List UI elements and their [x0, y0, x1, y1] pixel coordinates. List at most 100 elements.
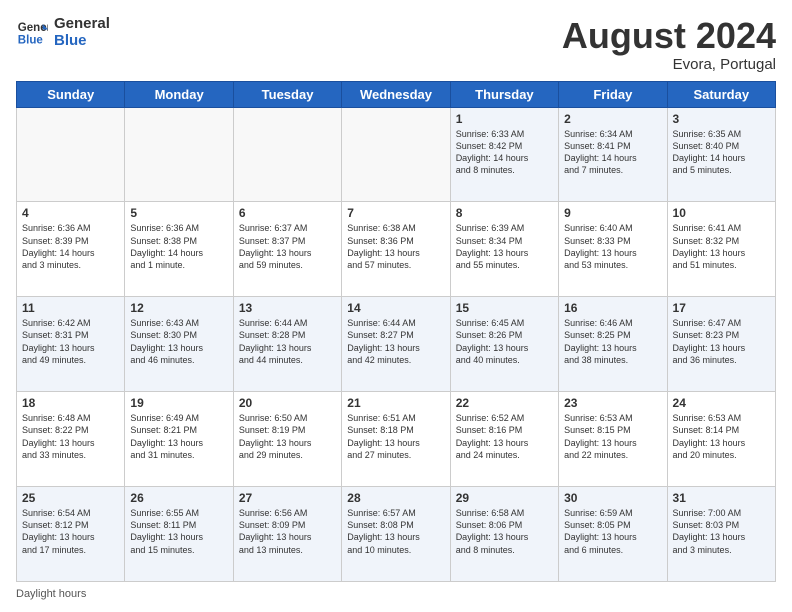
- day-number: 19: [130, 396, 227, 410]
- day-info: Sunrise: 6:53 AM Sunset: 8:15 PM Dayligh…: [564, 412, 661, 461]
- day-number: 30: [564, 491, 661, 505]
- day-number: 31: [673, 491, 770, 505]
- day-number: 18: [22, 396, 119, 410]
- day-info: Sunrise: 6:44 AM Sunset: 8:27 PM Dayligh…: [347, 317, 444, 366]
- day-number: 12: [130, 301, 227, 315]
- calendar-cell: 7 Sunrise: 6:38 AM Sunset: 8:36 PM Daylig…: [342, 202, 450, 297]
- day-number: 26: [130, 491, 227, 505]
- calendar-cell: [342, 107, 450, 202]
- calendar-week-row: 18 Sunrise: 6:48 AM Sunset: 8:22 PM Dayli…: [17, 392, 776, 487]
- calendar-cell: [233, 107, 341, 202]
- header: General Blue General Blue August 2024 Ev…: [16, 16, 776, 73]
- day-info: Sunrise: 6:59 AM Sunset: 8:05 PM Dayligh…: [564, 507, 661, 556]
- day-info: Sunrise: 6:53 AM Sunset: 8:14 PM Dayligh…: [673, 412, 770, 461]
- day-info: Sunrise: 6:41 AM Sunset: 8:32 PM Dayligh…: [673, 222, 770, 271]
- day-info: Sunrise: 6:34 AM Sunset: 8:41 PM Dayligh…: [564, 128, 661, 177]
- day-info: Sunrise: 7:00 AM Sunset: 8:03 PM Dayligh…: [673, 507, 770, 556]
- calendar-cell: 18 Sunrise: 6:48 AM Sunset: 8:22 PM Dayli…: [17, 392, 125, 487]
- day-info: Sunrise: 6:44 AM Sunset: 8:28 PM Dayligh…: [239, 317, 336, 366]
- calendar-day-header: Sunday: [17, 81, 125, 107]
- day-number: 13: [239, 301, 336, 315]
- calendar-week-row: 1Sunrise: 6:33 AM Sunset: 8:42 PM Daylig…: [17, 107, 776, 202]
- day-number: 27: [239, 491, 336, 505]
- calendar-cell: 20 Sunrise: 6:50 AM Sunset: 8:19 PM Dayli…: [233, 392, 341, 487]
- day-number: 10: [673, 206, 770, 220]
- day-number: 29: [456, 491, 553, 505]
- calendar-week-row: 25Sunrise: 6:54 AM Sunset: 8:12 PM Dayli…: [17, 487, 776, 582]
- calendar-cell: 12 Sunrise: 6:43 AM Sunset: 8:30 PM Dayli…: [125, 297, 233, 392]
- calendar-cell: 6Sunrise: 6:37 AM Sunset: 8:37 PM Daylig…: [233, 202, 341, 297]
- daylight-label: Daylight hours: [16, 588, 86, 600]
- day-number: 14: [347, 301, 444, 315]
- day-info: Sunrise: 6:45 AM Sunset: 8:26 PM Dayligh…: [456, 317, 553, 366]
- day-info: Sunrise: 6:36 AM Sunset: 8:38 PM Dayligh…: [130, 222, 227, 271]
- day-number: 2: [564, 112, 661, 126]
- calendar-cell: 4Sunrise: 6:36 AM Sunset: 8:39 PM Daylig…: [17, 202, 125, 297]
- day-info: Sunrise: 6:49 AM Sunset: 8:21 PM Dayligh…: [130, 412, 227, 461]
- calendar-cell: 16Sunrise: 6:46 AM Sunset: 8:25 PM Dayli…: [559, 297, 667, 392]
- calendar-table: SundayMondayTuesdayWednesdayThursdayFrid…: [16, 81, 776, 582]
- calendar-day-header: Thursday: [450, 81, 558, 107]
- day-info: Sunrise: 6:47 AM Sunset: 8:23 PM Dayligh…: [673, 317, 770, 366]
- day-number: 5: [130, 206, 227, 220]
- calendar-cell: 24 Sunrise: 6:53 AM Sunset: 8:14 PM Dayli…: [667, 392, 775, 487]
- day-number: 9: [564, 206, 661, 220]
- day-info: Sunrise: 6:38 AM Sunset: 8:36 PM Dayligh…: [347, 222, 444, 271]
- calendar-cell: 19 Sunrise: 6:49 AM Sunset: 8:21 PM Dayli…: [125, 392, 233, 487]
- calendar-cell: 8Sunrise: 6:39 AM Sunset: 8:34 PM Daylig…: [450, 202, 558, 297]
- day-info: Sunrise: 6:56 AM Sunset: 8:09 PM Dayligh…: [239, 507, 336, 556]
- day-number: 6: [239, 206, 336, 220]
- day-info: Sunrise: 6:40 AM Sunset: 8:33 PM Dayligh…: [564, 222, 661, 271]
- calendar-day-header: Saturday: [667, 81, 775, 107]
- day-number: 22: [456, 396, 553, 410]
- day-number: 23: [564, 396, 661, 410]
- month-year: August 2024: [562, 16, 776, 56]
- day-number: 25: [22, 491, 119, 505]
- calendar-cell: 17 Sunrise: 6:47 AM Sunset: 8:23 PM Dayli…: [667, 297, 775, 392]
- day-number: 8: [456, 206, 553, 220]
- page: General Blue General Blue August 2024 Ev…: [0, 0, 792, 612]
- calendar-week-row: 4Sunrise: 6:36 AM Sunset: 8:39 PM Daylig…: [17, 202, 776, 297]
- calendar-cell: 13 Sunrise: 6:44 AM Sunset: 8:28 PM Dayli…: [233, 297, 341, 392]
- calendar-cell: 31 Sunrise: 7:00 AM Sunset: 8:03 PM Dayli…: [667, 487, 775, 582]
- day-number: 15: [456, 301, 553, 315]
- day-number: 17: [673, 301, 770, 315]
- day-info: Sunrise: 6:48 AM Sunset: 8:22 PM Dayligh…: [22, 412, 119, 461]
- day-number: 24: [673, 396, 770, 410]
- day-info: Sunrise: 6:42 AM Sunset: 8:31 PM Dayligh…: [22, 317, 119, 366]
- day-number: 20: [239, 396, 336, 410]
- calendar-cell: [125, 107, 233, 202]
- day-info: Sunrise: 6:43 AM Sunset: 8:30 PM Dayligh…: [130, 317, 227, 366]
- calendar-cell: 23 Sunrise: 6:53 AM Sunset: 8:15 PM Dayli…: [559, 392, 667, 487]
- calendar-cell: 14 Sunrise: 6:44 AM Sunset: 8:27 PM Dayli…: [342, 297, 450, 392]
- calendar-cell: 1Sunrise: 6:33 AM Sunset: 8:42 PM Daylig…: [450, 107, 558, 202]
- calendar-day-header: Monday: [125, 81, 233, 107]
- day-info: Sunrise: 6:46 AM Sunset: 8:25 PM Dayligh…: [564, 317, 661, 366]
- location: Evora, Portugal: [562, 56, 776, 73]
- day-info: Sunrise: 6:35 AM Sunset: 8:40 PM Dayligh…: [673, 128, 770, 177]
- calendar-day-header: Friday: [559, 81, 667, 107]
- day-number: 4: [22, 206, 119, 220]
- calendar-cell: 30 Sunrise: 6:59 AM Sunset: 8:05 PM Dayli…: [559, 487, 667, 582]
- calendar-cell: 25Sunrise: 6:54 AM Sunset: 8:12 PM Dayli…: [17, 487, 125, 582]
- day-number: 11: [22, 301, 119, 315]
- day-info: Sunrise: 6:50 AM Sunset: 8:19 PM Dayligh…: [239, 412, 336, 461]
- calendar-cell: 10 Sunrise: 6:41 AM Sunset: 8:32 PM Dayli…: [667, 202, 775, 297]
- title-block: August 2024 Evora, Portugal: [562, 16, 776, 73]
- day-number: 1: [456, 112, 553, 126]
- calendar-cell: 29 Sunrise: 6:58 AM Sunset: 8:06 PM Dayli…: [450, 487, 558, 582]
- calendar-cell: 15 Sunrise: 6:45 AM Sunset: 8:26 PM Dayli…: [450, 297, 558, 392]
- calendar-cell: 26Sunrise: 6:55 AM Sunset: 8:11 PM Dayli…: [125, 487, 233, 582]
- calendar-cell: 27 Sunrise: 6:56 AM Sunset: 8:09 PM Dayli…: [233, 487, 341, 582]
- calendar-cell: 9 Sunrise: 6:40 AM Sunset: 8:33 PM Daylig…: [559, 202, 667, 297]
- calendar-header-row: SundayMondayTuesdayWednesdayThursdayFrid…: [17, 81, 776, 107]
- svg-text:Blue: Blue: [18, 34, 44, 46]
- logo-text-general: General: [54, 16, 110, 33]
- logo-text-blue: Blue: [54, 33, 110, 50]
- day-number: 7: [347, 206, 444, 220]
- day-info: Sunrise: 6:58 AM Sunset: 8:06 PM Dayligh…: [456, 507, 553, 556]
- calendar-cell: 22Sunrise: 6:52 AM Sunset: 8:16 PM Dayli…: [450, 392, 558, 487]
- calendar-cell: 11 Sunrise: 6:42 AM Sunset: 8:31 PM Dayli…: [17, 297, 125, 392]
- calendar-cell: 3Sunrise: 6:35 AM Sunset: 8:40 PM Daylig…: [667, 107, 775, 202]
- calendar-cell: 2 Sunrise: 6:34 AM Sunset: 8:41 PM Daylig…: [559, 107, 667, 202]
